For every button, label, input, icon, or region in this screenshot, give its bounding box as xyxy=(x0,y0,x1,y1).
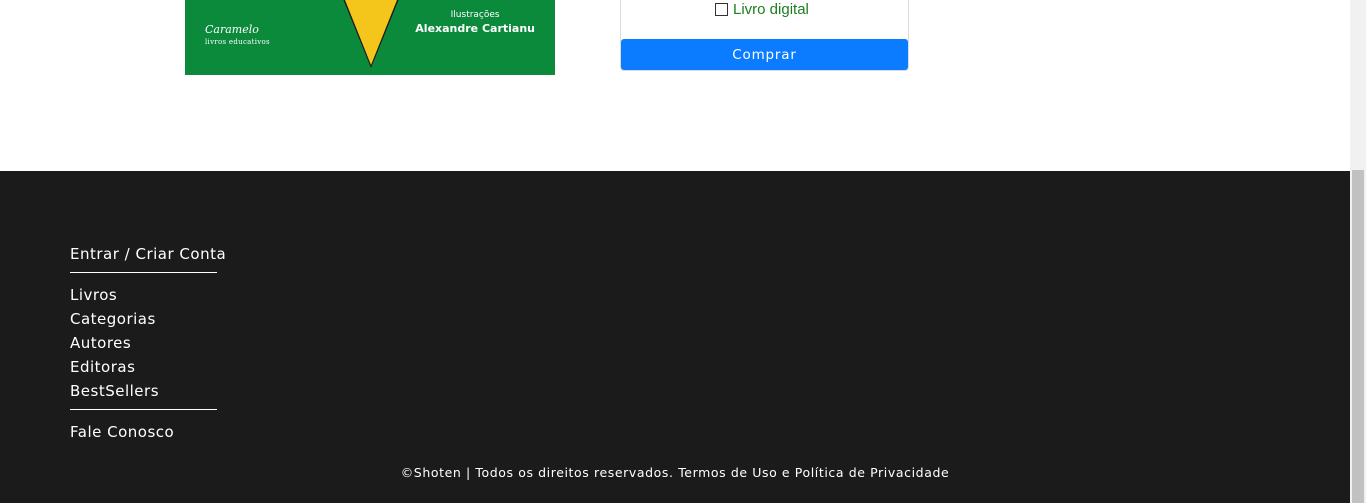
footer-divider xyxy=(70,272,217,273)
cover-illustrator: Ilustrações Alexandre Cartianu xyxy=(415,9,535,37)
account-link[interactable]: Entrar / Criar Conta xyxy=(70,245,226,263)
footer-link-editoras[interactable]: Editoras xyxy=(70,358,135,376)
scrollbar-thumb[interactable] xyxy=(1352,170,1364,503)
cover-triangle xyxy=(313,0,429,65)
cover-illustrations-label: Ilustrações xyxy=(450,10,500,20)
footer-link-bestsellers[interactable]: BestSellers xyxy=(70,382,159,400)
option-label: Livro digital xyxy=(733,0,809,18)
cover-illustrator-name: Alexandre Cartianu xyxy=(415,22,535,35)
content-area: Caramelo livros educativos Ilustrações A… xyxy=(0,0,1350,171)
purchase-box: Livro digital Comprar xyxy=(620,0,909,71)
copyright-text: ©Shoten | Todos os direitos reservados. … xyxy=(400,465,950,480)
footer-link-livros[interactable]: Livros xyxy=(70,286,117,304)
footer-link-autores[interactable]: Autores xyxy=(70,334,131,352)
contact-link[interactable]: Fale Conosco xyxy=(70,423,174,441)
book-cover-image[interactable]: Caramelo livros educativos Ilustrações A… xyxy=(185,0,555,75)
cover-publisher-name: Caramelo xyxy=(205,23,259,36)
cover-publisher-tagline: livros educativos xyxy=(205,38,270,46)
checkbox[interactable] xyxy=(715,2,728,16)
footer: Entrar / Criar Conta Livros Categorias A… xyxy=(0,171,1350,503)
vertical-scrollbar[interactable] xyxy=(1350,0,1366,503)
buy-button[interactable]: Comprar xyxy=(621,39,908,70)
footer-divider xyxy=(70,409,217,410)
option-livro-digital[interactable]: Livro digital xyxy=(715,0,809,18)
footer-link-categorias[interactable]: Categorias xyxy=(70,310,156,328)
cover-publisher: Caramelo livros educativos xyxy=(205,24,270,48)
